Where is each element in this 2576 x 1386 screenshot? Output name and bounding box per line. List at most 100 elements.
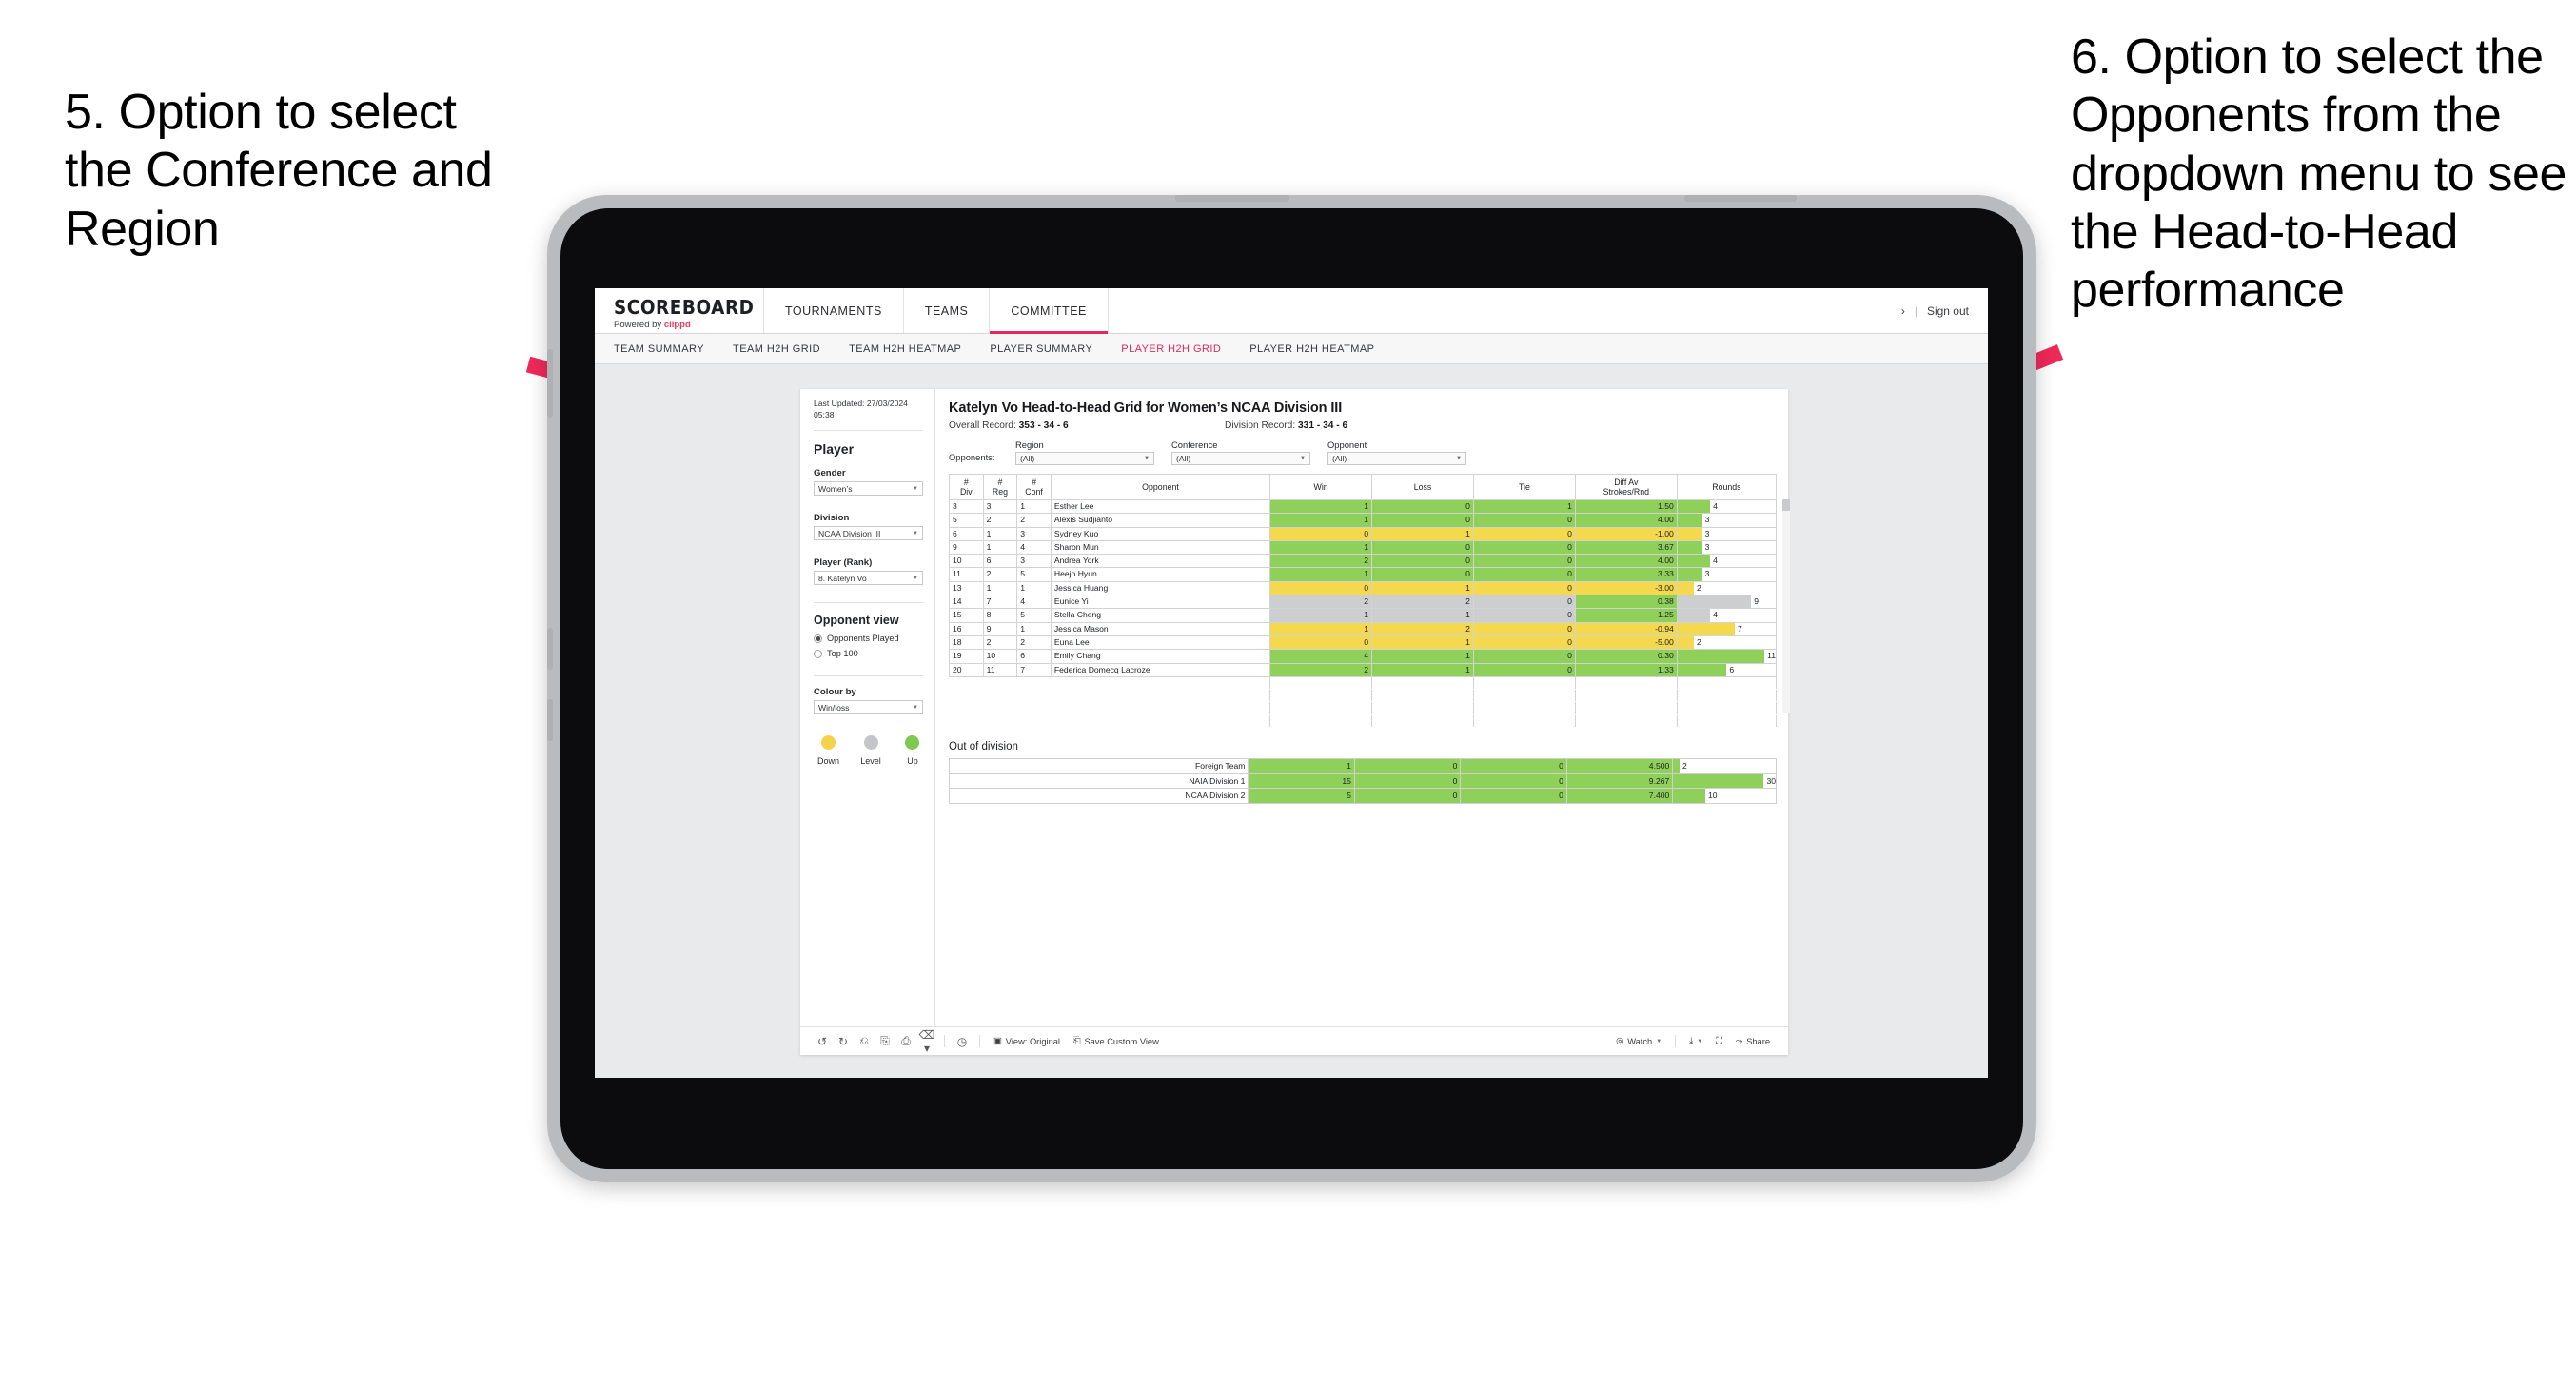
- tablet-power-button[interactable]: [547, 349, 553, 418]
- filter-gender-label: Gender: [814, 468, 846, 479]
- topnav-item-tournaments[interactable]: TOURNAMENTS: [764, 288, 904, 333]
- out-of-division-row[interactable]: NCAA Division 2 5 0 0 7.400 10: [948, 788, 1777, 804]
- cell-rounds: 7: [1676, 621, 1778, 636]
- topnav-item-teams[interactable]: TEAMS: [904, 288, 991, 333]
- cell-win: 2: [1269, 662, 1373, 677]
- topnav-item-committee[interactable]: COMMITTEE: [990, 288, 1109, 334]
- colour-by-select[interactable]: Win/loss ▼: [814, 700, 923, 715]
- legend-dot-level: [863, 735, 878, 751]
- division-record-label: Division Record:: [1225, 420, 1296, 431]
- device-preview-icon[interactable]: ◷: [952, 1035, 973, 1048]
- table-row[interactable]: 14 7 4 Eunice Yi 2 2 0 0.38 9: [949, 595, 1778, 610]
- cell-diff-av-strokes: 1.25: [1574, 608, 1678, 623]
- table-row[interactable]: 5 2 2 Alexis Sudjianto 1 0 0 4.00 3: [949, 513, 1778, 528]
- column-header-loss[interactable]: Loss: [1371, 474, 1474, 500]
- column-header-conf[interactable]: # Conf: [1016, 474, 1052, 500]
- table-row[interactable]: 15 8 5 Stella Cheng 1 1 0 1.25 4: [949, 608, 1778, 623]
- out-of-division-row[interactable]: NAIA Division 1 15 0 0 9.267 30: [948, 772, 1777, 790]
- column-header-rounds[interactable]: Rounds: [1676, 474, 1778, 500]
- cell-empty: [1371, 675, 1474, 691]
- clear-sheet-dropdown-icon[interactable]: ⌫ ▾: [916, 1028, 937, 1055]
- cell-empty: [1472, 701, 1576, 715]
- cell-empty: [1016, 701, 1052, 715]
- download-button[interactable]: ⤓ ▼: [1682, 1036, 1709, 1046]
- filter-colour-by-label: Colour by: [814, 687, 856, 698]
- opponent-filter-label: Opponent: [1327, 439, 1367, 450]
- table-row[interactable]: 10 6 3 Andrea York 2 0 0 4.00 4: [949, 554, 1778, 569]
- cell-diff-av-strokes: -5.00: [1574, 634, 1678, 651]
- table-row[interactable]: 9 1 4 Sharon Mun 1 0 0 3.67 3: [949, 539, 1778, 556]
- table-row[interactable]: 3 3 1 Esther Lee 1 0 1 1.50 4: [949, 498, 1778, 515]
- sign-out-link[interactable]: Sign out: [1927, 304, 1969, 318]
- column-header-opponent[interactable]: Opponent: [1050, 474, 1271, 500]
- column-header-win[interactable]: Win: [1269, 474, 1373, 500]
- tablet-top-button-1[interactable]: [1175, 195, 1289, 202]
- brand-logo[interactable]: SCOREBOARD Powered by clippd: [595, 288, 764, 333]
- table-row[interactable]: 18 2 2 Euna Lee 0 1 0 -5.00 2: [949, 634, 1778, 651]
- redo-icon[interactable]: ↻: [833, 1035, 854, 1048]
- table-row[interactable]: 19 10 6 Emily Chang 4 1 0 0.30 11: [949, 649, 1778, 664]
- table-row[interactable]: 6 1 3 Sydney Kuo 0 1 0 -1.00 3: [949, 526, 1778, 541]
- toolbar-divider-1: [944, 1035, 945, 1047]
- radio-opponents-played[interactable]: Opponents Played: [814, 634, 923, 643]
- opponent-select-value: (All): [1332, 454, 1347, 463]
- gender-select[interactable]: Women’s ▼: [814, 481, 923, 497]
- column-header-diff-av-strokes-rnd[interactable]: Diff Av Strokes/Rnd: [1574, 474, 1678, 500]
- cell-opponent: Esther Lee: [1050, 498, 1271, 515]
- cell-conf: 3: [1016, 526, 1052, 541]
- table-row[interactable]: 20 11 7 Federica Domecq Lacroze 2 1 0 1.33 6: [949, 662, 1778, 677]
- tab-team-h2h-grid[interactable]: TEAM H2H GRID: [733, 343, 837, 355]
- cell-tie: 0: [1460, 772, 1567, 790]
- tablet-volume-up-button[interactable]: [547, 628, 553, 670]
- revert-icon[interactable]: ⎌: [854, 1034, 875, 1048]
- cell-diff-av-strokes: 0.38: [1574, 595, 1678, 610]
- filter-player-rank: Player (Rank) 8. Katelyn Vo ▼: [814, 557, 923, 586]
- share-button[interactable]: ⤳ Share: [1729, 1036, 1777, 1046]
- filter-opponent-view: Opponent view Opponents Played Top 100: [814, 614, 923, 658]
- column-header-tie[interactable]: Tie: [1472, 474, 1576, 500]
- tablet-volume-down-button[interactable]: [547, 699, 553, 741]
- cell-tie: 0: [1472, 580, 1576, 596]
- conference-filter-group: Conference (All) ▼: [1171, 439, 1310, 465]
- tab-player-h2h-grid[interactable]: PLAYER H2H GRID: [1121, 343, 1238, 355]
- radio-top-100[interactable]: Top 100: [814, 649, 923, 658]
- cell-tie: 0: [1472, 554, 1576, 569]
- table-row-empty: [949, 701, 1778, 715]
- out-of-division-row[interactable]: Foreign Team 1 0 0 4.500 2: [948, 758, 1777, 774]
- undo-icon[interactable]: ↺: [812, 1035, 833, 1048]
- brand-subtitle: Powered by clippd: [614, 320, 763, 330]
- table-row[interactable]: 13 1 1 Jessica Huang 0 1 0 -3.00 2: [949, 580, 1778, 596]
- conference-select[interactable]: (All) ▼: [1171, 452, 1310, 465]
- cell-diff-av-strokes: 1.33: [1574, 662, 1678, 677]
- tab-team-summary[interactable]: TEAM SUMMARY: [614, 343, 721, 355]
- division-select[interactable]: NCAA Division III ▼: [814, 526, 923, 541]
- region-select[interactable]: (All) ▼: [1015, 452, 1154, 465]
- table-row[interactable]: 11 2 5 Heejo Hyun 1 0 0 3.33 3: [949, 567, 1778, 582]
- tab-player-h2h-heatmap[interactable]: PLAYER H2H HEATMAP: [1249, 343, 1391, 355]
- pause-auto-update-icon[interactable]: ⎙: [895, 1034, 916, 1048]
- division-select-value: NCAA Division III: [818, 528, 881, 538]
- view-original-button[interactable]: ▣ View: Original: [987, 1036, 1067, 1046]
- cell-win: 0: [1269, 634, 1373, 651]
- legend-dot-down: [821, 735, 836, 751]
- save-custom-view-button[interactable]: ⎗ Save Custom View: [1067, 1036, 1166, 1046]
- cell-empty: [1574, 713, 1678, 729]
- player-rank-select[interactable]: 8. Katelyn Vo ▼: [814, 571, 923, 586]
- column-header-reg[interactable]: # Reg: [982, 474, 1018, 500]
- scrollbar-thumb[interactable]: [1782, 499, 1790, 511]
- cell-reg: 10: [982, 649, 1018, 664]
- table-row[interactable]: 16 9 1 Jessica Mason 1 2 0 -0.94 7: [949, 621, 1778, 636]
- tab-player-summary[interactable]: PLAYER SUMMARY: [990, 343, 1110, 355]
- cell-opponent: Alexis Sudjianto: [1050, 513, 1271, 528]
- legend-item-up: Up: [902, 735, 923, 766]
- column-header-div[interactable]: # Div: [949, 474, 984, 500]
- opponent-select[interactable]: (All) ▼: [1327, 452, 1466, 465]
- fullscreen-button[interactable]: ⛶: [1709, 1036, 1729, 1046]
- watch-button[interactable]: ◎ Watch ▼: [1609, 1036, 1668, 1046]
- tab-team-h2h-heatmap[interactable]: TEAM H2H HEATMAP: [849, 343, 978, 355]
- tablet-top-button-2[interactable]: [1684, 195, 1797, 202]
- chevron-right-icon[interactable]: ›: [1901, 304, 1905, 318]
- refresh-data-source-icon[interactable]: ⎘: [875, 1034, 895, 1048]
- cell-empty: [1050, 689, 1271, 703]
- vertical-scrollbar[interactable]: [1782, 499, 1790, 713]
